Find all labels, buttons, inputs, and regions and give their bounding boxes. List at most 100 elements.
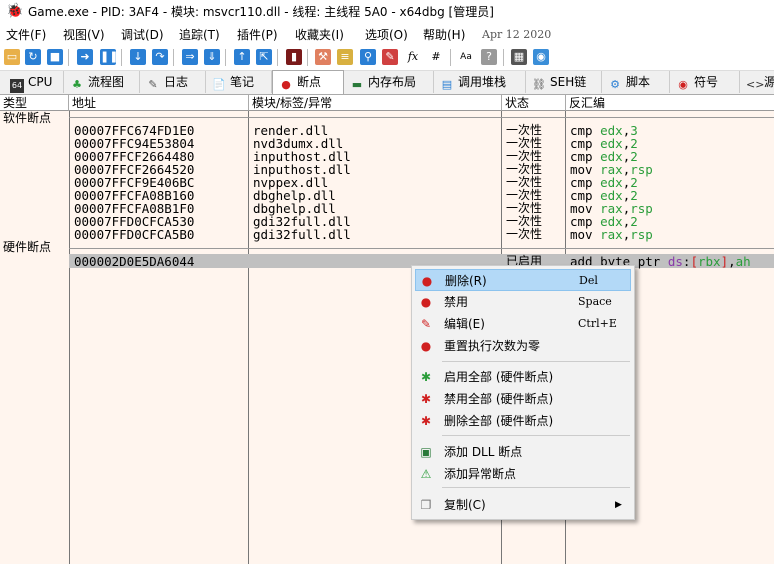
tab-label: 脚本: [626, 75, 651, 89]
menu-options[interactable]: 选项(O): [365, 26, 408, 43]
run-to-user-code-icon[interactable]: ⇱: [256, 49, 272, 65]
toolbar-separator: [503, 49, 504, 66]
column-header-address[interactable]: 地址: [69, 95, 249, 111]
calculator-icon[interactable]: ▦: [511, 49, 527, 65]
font-icon[interactable]: Aa: [458, 49, 474, 65]
menu-item-label: 启用全部 (硬件断点): [444, 370, 554, 384]
menu-item-reset-hitcount[interactable]: ● 重置执行次数为零: [415, 335, 631, 357]
pause-icon[interactable]: ❚❚: [100, 49, 118, 65]
column-header-state[interactable]: 状态: [502, 95, 566, 111]
software-breakpoints-section: 软件断点: [3, 111, 52, 125]
comments-icon[interactable]: ≡: [337, 49, 353, 65]
menu-item-disable-all[interactable]: ✱ 禁用全部 (硬件断点): [415, 388, 631, 410]
step-over-icon[interactable]: ↷: [152, 49, 168, 65]
open-icon[interactable]: ▭: [4, 49, 20, 65]
script-icon: ⚙: [610, 78, 620, 91]
tab-label: 调用堆栈: [458, 75, 507, 89]
menu-item-label: 删除全部 (硬件断点): [444, 414, 554, 428]
tab-label: 日志: [164, 75, 189, 89]
tab-cpu[interactable]: 64 CPU: [4, 71, 64, 93]
menu-item-add-exception-breakpoint[interactable]: ⚠ 添加异常断点: [415, 463, 631, 485]
toolbar-separator: [450, 49, 451, 66]
execute-till-return-icon[interactable]: ↑: [234, 49, 250, 65]
tab-breakpoints[interactable]: ● 断点: [272, 70, 344, 94]
tab-label: SEH链: [550, 75, 587, 89]
title-bar: 🐞 Game.exe - PID: 3AF4 - 模块: msvcr110.dl…: [0, 0, 774, 22]
column-header-type[interactable]: 类型: [0, 95, 69, 111]
restart-icon[interactable]: ↻: [25, 49, 41, 65]
menu-item-shortcut: Del: [579, 274, 598, 287]
help-icon[interactable]: ?: [481, 49, 497, 65]
menu-item-disable-breakpoint[interactable]: ● 禁用 Space: [415, 291, 631, 313]
mnemonic: mov: [570, 227, 593, 242]
tab-label: 源: [764, 75, 774, 89]
menu-item-copy[interactable]: ❐ 复制(C) ▶: [415, 494, 631, 516]
menu-item-label: 复制(C): [444, 498, 486, 512]
address-cell[interactable]: 000002D0E5DA6044: [74, 255, 194, 268]
operand-value: ah: [735, 254, 751, 269]
module-cell[interactable]: gdi32full.dll: [253, 228, 351, 241]
functions-icon[interactable]: fx: [405, 49, 421, 65]
menu-item-label: 禁用全部 (硬件断点): [444, 392, 554, 406]
hash-icon[interactable]: #: [428, 49, 444, 65]
edit-breakpoint-icon: ✎: [420, 317, 432, 331]
section-divider: [69, 117, 774, 118]
bookmarks-icon[interactable]: ✎: [382, 49, 398, 65]
tab-log[interactable]: ✎ 日志: [140, 71, 206, 93]
toolbar-separator: [173, 49, 174, 66]
menu-item-delete-breakpoint[interactable]: ● 删除(R) Del: [415, 269, 631, 291]
column-header-module[interactable]: 模块/标签/异常: [249, 95, 502, 111]
menu-item-delete-all[interactable]: ✱ 删除全部 (硬件断点): [415, 410, 631, 432]
menu-favourites[interactable]: 收藏夹(I): [295, 26, 344, 43]
menu-separator: [442, 435, 630, 436]
globe-icon[interactable]: ◉: [533, 49, 549, 65]
menu-trace[interactable]: 追踪(T): [179, 26, 220, 43]
menu-help[interactable]: 帮助(H): [423, 26, 465, 43]
scylla-icon[interactable]: ▮: [286, 49, 302, 65]
trace-into-icon[interactable]: ⇒: [182, 49, 198, 65]
tab-call-stack[interactable]: ▤ 调用堆栈: [434, 71, 526, 93]
toolbar: ▭ ↻ ■ ➜ ❚❚ ↓ ↷ ⇒ ⇓ ↑ ⇱ ▮ ⚒ ≡ ⚲ ✎ fx # Aa…: [0, 44, 774, 71]
stop-icon[interactable]: ■: [47, 49, 63, 65]
run-icon[interactable]: ➜: [77, 49, 93, 65]
tab-script[interactable]: ⚙ 脚本: [602, 71, 670, 93]
address-cell[interactable]: 00007FFD0CFCA5B0: [74, 228, 194, 241]
window-title: Game.exe - PID: 3AF4 - 模块: msvcr110.dll …: [28, 5, 494, 19]
log-icon: ✎: [148, 78, 158, 91]
menu-item-edit-breakpoint[interactable]: ✎ 编辑(E) Ctrl+E: [415, 313, 631, 335]
source-icon: <>: [746, 78, 765, 91]
tab-label: 内存布局: [368, 75, 417, 89]
add-exception-breakpoint-icon: ⚠: [420, 467, 432, 481]
tab-memory-map[interactable]: ▬ 内存布局: [344, 71, 434, 93]
state-cell[interactable]: 一次性: [506, 228, 542, 241]
tab-notes[interactable]: 📄 笔记: [206, 71, 272, 93]
tab-seh[interactable]: ⛓ SEH链: [526, 71, 602, 93]
disassembly-cell[interactable]: mov rax,rsp: [570, 228, 653, 241]
operand-register: rax: [600, 227, 623, 242]
patch-icon[interactable]: ⚒: [315, 49, 331, 65]
notes-icon: 📄: [212, 78, 226, 91]
menu-item-label: 重置执行次数为零: [444, 339, 541, 353]
toolbar-separator: [68, 49, 69, 66]
menu-view[interactable]: 视图(V): [63, 26, 105, 43]
column-header-disassembly[interactable]: 反汇编: [566, 95, 774, 111]
copy-icon: ❐: [420, 498, 432, 512]
menu-item-enable-all[interactable]: ✱ 启用全部 (硬件断点): [415, 366, 631, 388]
menu-item-add-dll-breakpoint[interactable]: ▣ 添加 DLL 断点: [415, 441, 631, 463]
tab-source[interactable]: <>源: [740, 71, 774, 93]
x64dbg-bug-icon: 🐞: [6, 3, 24, 19]
tab-symbols[interactable]: ◉ 符号: [670, 71, 740, 93]
trace-over-icon[interactable]: ⇓: [204, 49, 220, 65]
add-dll-breakpoint-icon: ▣: [420, 445, 432, 459]
tab-label: 流程图: [88, 75, 125, 89]
menu-item-shortcut: Ctrl+E: [578, 317, 617, 330]
tab-graph[interactable]: ♣ 流程图: [64, 71, 140, 93]
menu-debug[interactable]: 调试(D): [121, 26, 164, 43]
operand-register: rbx: [697, 254, 721, 269]
labels-icon[interactable]: ⚲: [360, 49, 376, 65]
menu-plugins[interactable]: 插件(P): [237, 26, 278, 43]
menu-file[interactable]: 文件(F): [6, 26, 46, 43]
step-into-icon[interactable]: ↓: [130, 49, 146, 65]
menu-separator: [442, 361, 630, 362]
hardware-breakpoints-section: 硬件断点: [3, 240, 52, 254]
